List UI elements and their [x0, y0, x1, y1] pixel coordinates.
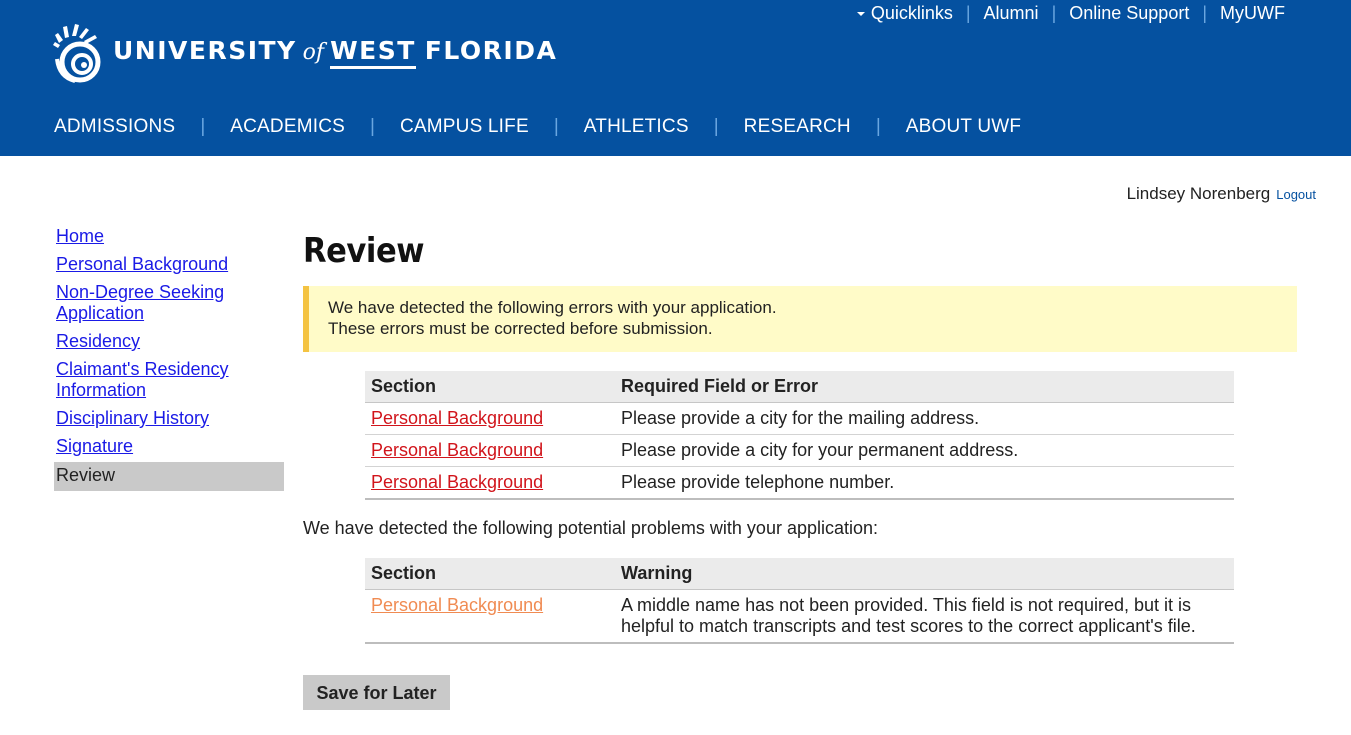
alert-line-1: We have detected the following errors wi… [328, 298, 777, 317]
logout-link[interactable]: Logout [1276, 187, 1316, 202]
save-for-later-button[interactable]: Save for Later [303, 675, 450, 710]
table-cell: Personal Background [365, 434, 615, 467]
utility-separator: | [1202, 3, 1208, 23]
sidebar-item-disciplinary-history[interactable]: Disciplinary History [54, 406, 284, 434]
table-cell: Personal Background [365, 589, 615, 644]
nav-admissions[interactable]: ADMISSIONS [54, 116, 175, 138]
online-support-link[interactable]: Online Support [1069, 3, 1189, 24]
wordmark-university: UNIVERSITY [113, 35, 297, 65]
column-header-section: Section [365, 371, 615, 403]
error-message: Please provide a city for your permanent… [615, 434, 1234, 467]
error-section-link[interactable]: Personal Background [371, 408, 543, 428]
sidebar-item-signature[interactable]: Signature [54, 434, 284, 462]
argonaut-shell-logo-icon [53, 24, 101, 83]
table-header-row: Section Warning [365, 558, 1234, 590]
utility-separator: | [1051, 3, 1057, 23]
sidebar-item-claimants-residency-information[interactable]: Claimant's Residency Information [54, 357, 284, 406]
error-alert: We have detected the following errors wi… [303, 286, 1297, 352]
sidebar-item-residency[interactable]: Residency [54, 329, 284, 357]
myuwf-link[interactable]: MyUWF [1220, 3, 1285, 24]
university-wordmark: UNIVERSITY of WEST FLORIDA [113, 36, 557, 69]
table-row: Personal Background A middle name has no… [365, 589, 1234, 644]
user-bar: Lindsey Norenberg Logout [1127, 184, 1316, 204]
column-header-section: Section [365, 558, 615, 590]
nav-separator: | [713, 116, 719, 137]
error-message: Please provide a city for the mailing ad… [615, 402, 1234, 435]
table-row: Personal Background Please provide a cit… [365, 402, 1234, 435]
wordmark-of: of [302, 39, 325, 65]
site-header: UNIVERSITY of WEST FLORIDA Quicklinks | … [0, 0, 1351, 156]
warning-message: A middle name has not been provided. Thi… [615, 589, 1234, 644]
nav-separator: | [200, 116, 206, 137]
user-name: Lindsey Norenberg [1126, 184, 1271, 203]
sidebar-item-non-degree-seeking-application[interactable]: Non-Degree Seeking Application [54, 280, 284, 329]
nav-about-uwf[interactable]: ABOUT UWF [906, 116, 1021, 138]
nav-separator: | [370, 116, 375, 137]
wordmark-west: WEST [330, 36, 416, 69]
quicklinks-label: Quicklinks [870, 3, 953, 23]
nav-academics[interactable]: ACADEMICS [230, 116, 345, 138]
table-row: Personal Background Please provide a cit… [365, 434, 1234, 467]
warnings-table: Section Warning Personal Background A mi… [365, 558, 1234, 644]
errors-table: Section Required Field or Error Personal… [365, 371, 1234, 500]
university-logo[interactable]: UNIVERSITY of WEST FLORIDA [53, 20, 557, 84]
error-section-link[interactable]: Personal Background [371, 440, 543, 460]
wordmark-florida: FLORIDA [424, 35, 558, 65]
table-row: Personal Background Please provide telep… [365, 466, 1234, 500]
sidebar-item-home[interactable]: Home [54, 224, 284, 252]
sidebar-item-review: Review [54, 462, 284, 491]
table-cell: Personal Background [365, 402, 615, 435]
caret-down-icon [856, 11, 865, 16]
application-sidebar: Home Personal Background Non-Degree Seek… [54, 224, 284, 491]
alumni-link[interactable]: Alumni [984, 3, 1039, 24]
utility-separator: | [965, 3, 971, 23]
error-section-link[interactable]: Personal Background [371, 472, 543, 492]
nav-separator: | [553, 116, 559, 137]
error-message: Please provide telephone number. [615, 466, 1234, 500]
warning-section-link[interactable]: Personal Background [371, 595, 543, 615]
nav-campus-life[interactable]: CAMPUS LIFE [400, 116, 529, 138]
column-header-warning: Warning [615, 558, 1234, 590]
warnings-intro: We have detected the following potential… [303, 518, 879, 538]
column-header-required-field: Required Field or Error [615, 371, 1234, 403]
utility-nav: Quicklinks | Alumni | Online Support | M… [856, 3, 1285, 24]
sidebar-item-personal-background[interactable]: Personal Background [54, 252, 284, 280]
table-cell: Personal Background [365, 466, 615, 500]
main-nav: ADMISSIONS | ACADEMICS | CAMPUS LIFE | A… [54, 116, 1021, 138]
page-title: Review [303, 231, 425, 271]
quicklinks-link[interactable]: Quicklinks [856, 3, 953, 24]
alert-line-2: These errors must be corrected before su… [328, 319, 713, 338]
table-header-row: Section Required Field or Error [365, 371, 1234, 403]
nav-athletics[interactable]: ATHLETICS [584, 116, 689, 138]
nav-research[interactable]: RESEARCH [744, 116, 851, 138]
nav-separator: | [875, 116, 881, 137]
